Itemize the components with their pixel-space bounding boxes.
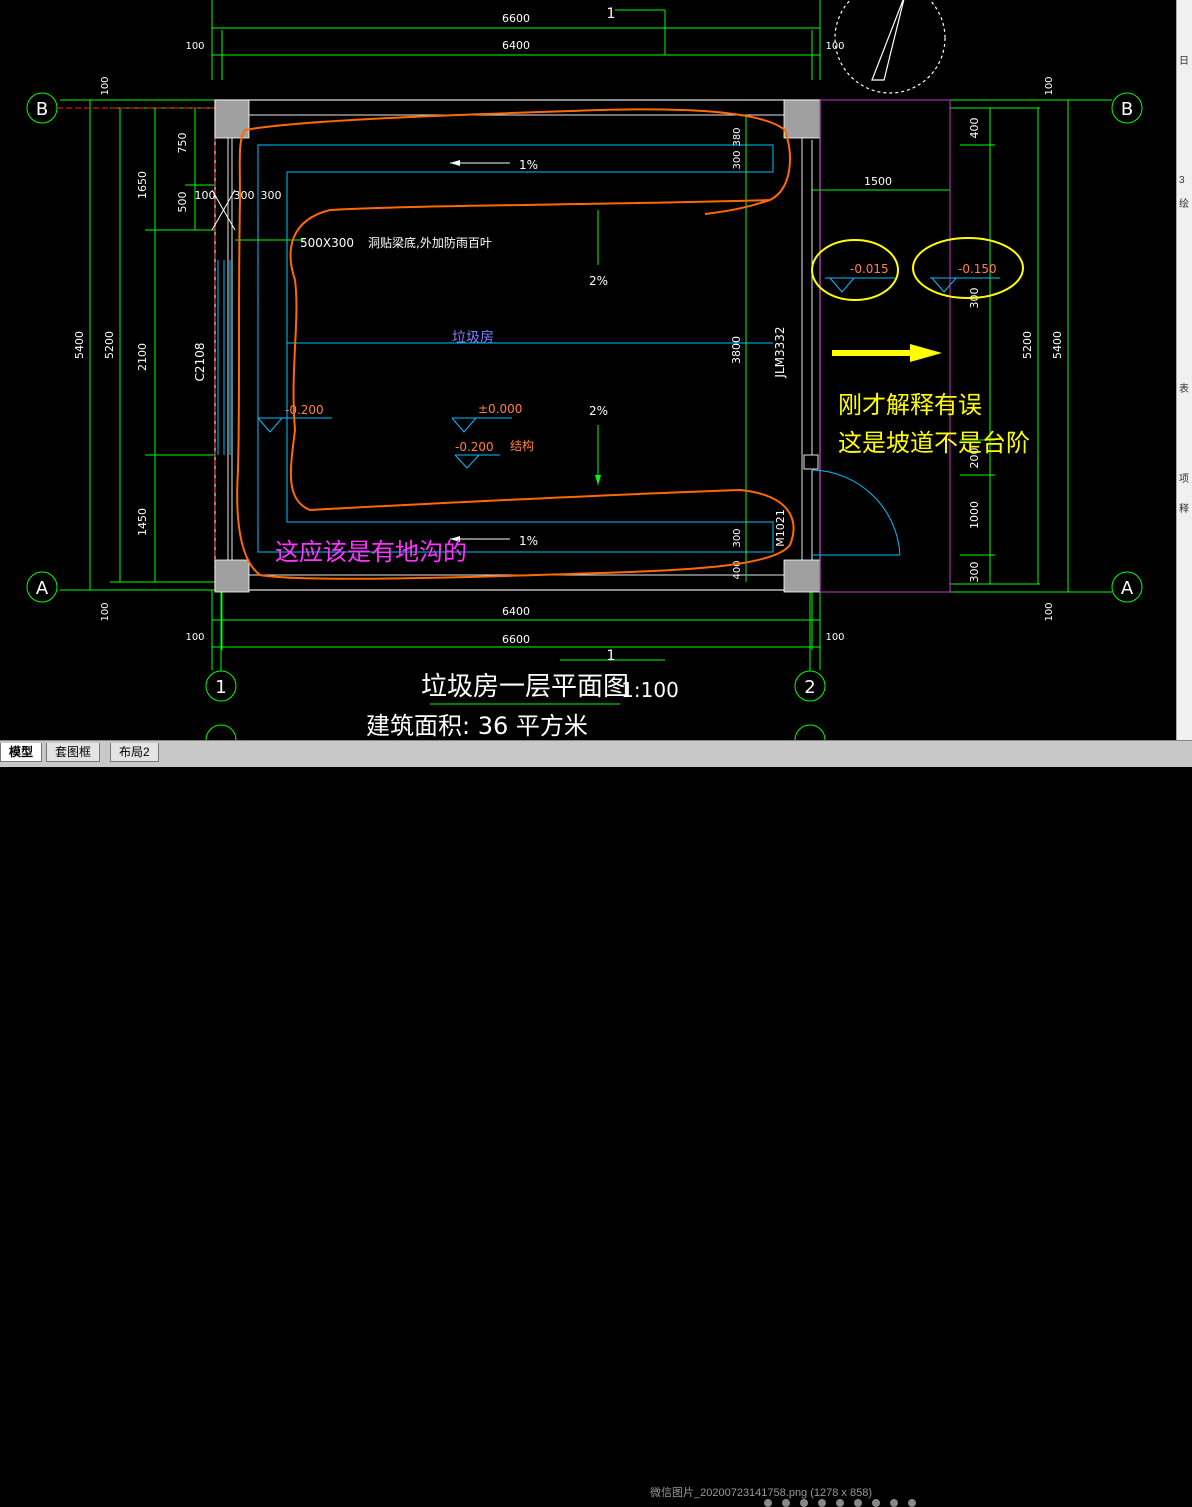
dim-300-inner-b: 300: [732, 528, 743, 547]
opening-size: 500X300: [300, 236, 354, 250]
dim-marker-top: 1: [607, 6, 616, 22]
slope-arrows: [450, 160, 601, 542]
dim-3800-inner: 3800: [730, 336, 743, 364]
dim-6400-top: 6400: [502, 39, 530, 52]
dim-5200-right: 5200: [1021, 331, 1034, 359]
dim-300-inner-d: 300: [261, 189, 282, 202]
ramp-note-line2: 这是坡道不是台阶: [838, 429, 1030, 457]
dim-5400-right: 5400: [1051, 331, 1064, 359]
dim-1450-left: 1450: [136, 508, 149, 536]
dim-100-bottom-left: 100: [185, 632, 204, 643]
tab-layout2[interactable]: 布局2: [110, 743, 159, 762]
dim-marker-bottom: 1: [607, 648, 616, 664]
struct-label: 结构: [510, 438, 534, 453]
tab-frame[interactable]: 套图框: [46, 743, 101, 762]
dim-5200-left: 5200: [103, 331, 116, 359]
slope-1pct-top: 1%: [519, 158, 538, 172]
axis-B-label-left: B: [36, 99, 48, 120]
right-panel-item[interactable]: 绘: [1179, 195, 1189, 210]
elev-m0200: -0.200: [455, 440, 494, 454]
opening-note: 洞贴梁底,外加防雨百叶: [368, 235, 492, 250]
right-panel-item[interactable]: 释: [1179, 500, 1189, 515]
dim-500-left: 500: [176, 192, 189, 213]
elev-m0200-left: -0.200: [285, 403, 324, 417]
right-panel-item[interactable]: 日: [1179, 52, 1189, 67]
door-jlm-label: JLM3332: [773, 326, 787, 378]
elev-m0015: -0.015: [850, 262, 889, 276]
dim-1500-ramp: 1500: [864, 175, 892, 188]
elev-m0150: -0.150: [958, 262, 997, 276]
trench-annotation-loop: [236, 108, 795, 580]
right-panel-item[interactable]: 项: [1179, 470, 1189, 485]
dim-5400-left: 5400: [73, 331, 86, 359]
ramp-arrow-icon: [832, 344, 942, 362]
drawing-scale: 1:100: [621, 678, 679, 702]
slope-1pct-bottom: 1%: [519, 534, 538, 548]
axis-bubble-B-left: [26, 92, 215, 124]
room-name: 垃圾房: [452, 330, 494, 346]
dim-100-right-top: 100: [1044, 76, 1055, 95]
drawing-title: 垃圾房一层平面图: [421, 672, 629, 702]
axis-bubble-1: [205, 592, 237, 756]
door-m-label: M1021: [774, 509, 787, 547]
dim-6600-top: 6600: [502, 12, 530, 25]
dim-300b-right: 300: [968, 562, 981, 583]
axis-2-label: 2: [804, 677, 815, 698]
north-arrow-icon: [834, 0, 946, 94]
axis-1-label: 1: [215, 677, 226, 698]
dim-300-inner-a: 300: [732, 150, 743, 169]
floor-area: 建筑面积: 36 平方米: [366, 712, 588, 740]
dim-100-right-bottom: 100: [1044, 602, 1055, 621]
layout-tab-bar: 模型 套图框 布局2 微信图片_20200723141758.png (1278…: [0, 740, 1192, 1507]
dim-1000-right: 1000: [968, 501, 981, 529]
right-tool-panel[interactable]: 日 3 绘 表 项 释: [1176, 0, 1192, 740]
dim-380-inner: 380: [732, 127, 743, 146]
dim-100-inner: 100: [195, 189, 216, 202]
floor-plan-svg: 6600 6400 100 100 1 5400 5200 1650 2100 …: [26, 0, 1143, 756]
ramp-outline: [819, 99, 951, 593]
axis-A-label-right: A: [1121, 578, 1134, 599]
dim-300-inner-c: 300: [234, 189, 255, 202]
tab-model[interactable]: 模型: [0, 743, 43, 762]
trench-note: 这应该是有地沟的: [275, 538, 467, 566]
axis-A-label-left: A: [36, 578, 49, 599]
dim-1650-left: 1650: [136, 171, 149, 199]
slope-2pct-upper: 2%: [589, 274, 608, 288]
dim-400-right: 400: [968, 118, 981, 139]
dim-100-left-bottom: 100: [100, 602, 111, 621]
right-panel-item[interactable]: 3: [1179, 175, 1185, 186]
bottom-dimensions: [211, 590, 821, 670]
axis-B-label-right: B: [1121, 99, 1133, 120]
cad-drawing-canvas[interactable]: 6600 6400 100 100 1 5400 5200 1650 2100 …: [0, 0, 1192, 756]
dim-6400-bottom: 6400: [502, 605, 530, 618]
ramp-note-line1: 刚才解释有误: [838, 391, 982, 419]
dim-100-top-right: 100: [825, 41, 844, 52]
dim-2100-left: 2100: [136, 343, 149, 371]
viewer-nav-dots[interactable]: [760, 1498, 920, 1507]
dim-6600-bottom: 6600: [502, 633, 530, 646]
dim-750-left: 750: [176, 133, 189, 154]
right-panel-item[interactable]: 表: [1179, 380, 1189, 395]
dim-100-bottom-right: 100: [825, 632, 844, 643]
dim-100-left-top: 100: [100, 76, 111, 95]
window-label: C2108: [193, 343, 207, 382]
elev-0000: ±0.000: [478, 402, 522, 416]
slope-2pct-lower: 2%: [589, 404, 608, 418]
dim-100-top-left: 100: [185, 41, 204, 52]
door-swing: [803, 454, 901, 556]
